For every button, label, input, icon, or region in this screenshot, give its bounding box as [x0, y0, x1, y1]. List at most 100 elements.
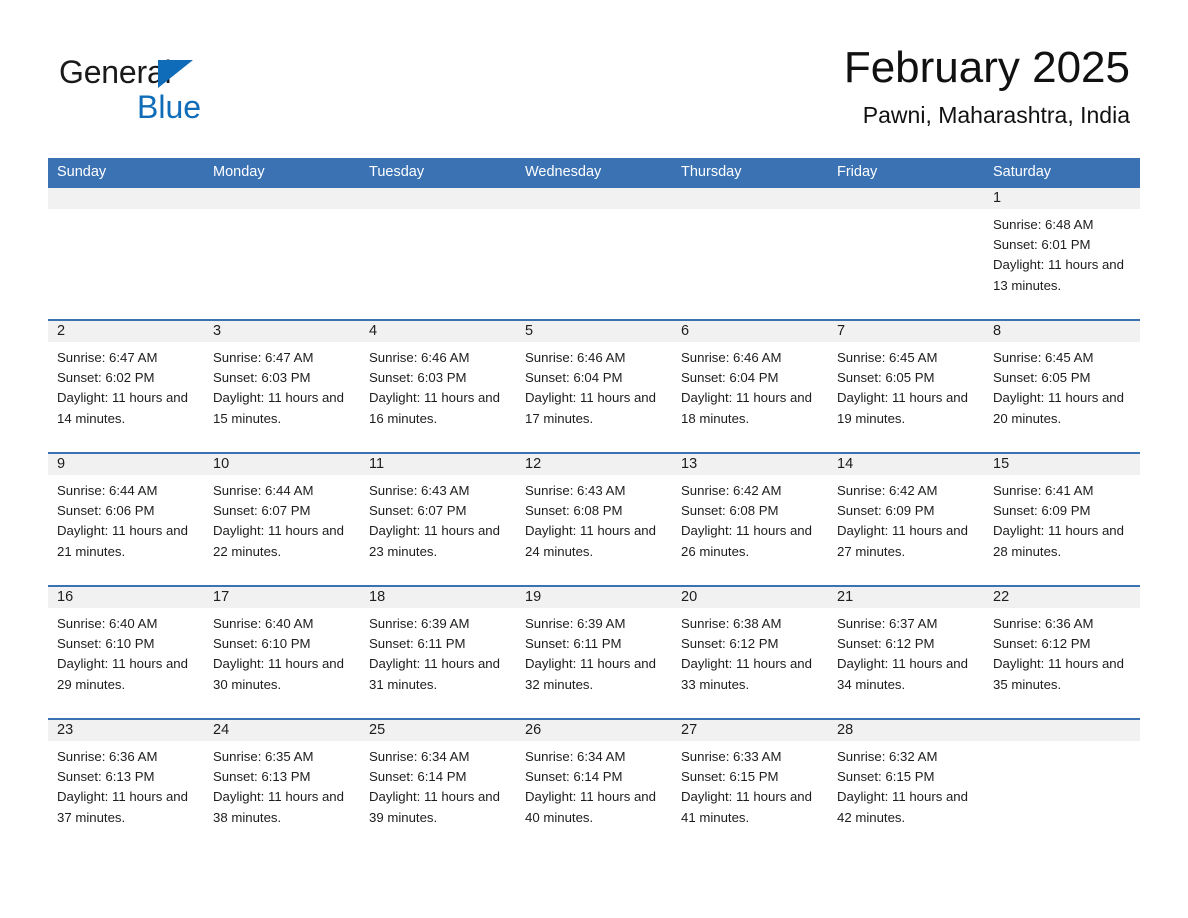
calendar-day-cell[interactable]: 15 Sunrise: 6:41 AM Sunset: 6:09 PM Dayl… [984, 454, 1140, 585]
sunset-text: Sunset: 6:07 PM [369, 503, 467, 519]
sunrise-text: Sunrise: 6:37 AM [837, 616, 938, 631]
weekday-header-sunday: Sunday [57, 164, 107, 180]
calendar-day-cell[interactable]: 23 Sunrise: 6:36 AM Sunset: 6:13 PM Dayl… [48, 720, 204, 851]
day-details: Sunrise: 6:43 AM Sunset: 6:07 PM Dayligh… [360, 475, 516, 562]
sunrise-text: Sunrise: 6:33 AM [681, 749, 782, 764]
calendar-day-cell[interactable]: 18 Sunrise: 6:39 AM Sunset: 6:11 PM Dayl… [360, 587, 516, 718]
calendar-day-cell[interactable]: 8 Sunrise: 6:45 AM Sunset: 6:05 PM Dayli… [984, 321, 1140, 452]
daylight-text: Daylight: 11 hours and 20 minutes. [993, 390, 1124, 426]
calendar-day-cell[interactable]: 1 Sunrise: 6:48 AM Sunset: 6:01 PM Dayli… [984, 188, 1140, 319]
general-blue-logo[interactable]: General Blue [59, 55, 319, 135]
calendar-day-cell[interactable]: 10 Sunrise: 6:44 AM Sunset: 6:07 PM Dayl… [204, 454, 360, 585]
calendar-day-cell [360, 188, 516, 319]
title-block: February 2025 Pawni, Maharashtra, India [844, 40, 1130, 130]
day-number-strip: 13 [672, 454, 828, 475]
daylight-text: Daylight: 11 hours and 34 minutes. [837, 656, 968, 692]
day-number-strip: 22 [984, 587, 1140, 608]
calendar-day-cell[interactable]: 17 Sunrise: 6:40 AM Sunset: 6:10 PM Dayl… [204, 587, 360, 718]
day-number-strip: 1 [984, 188, 1140, 209]
calendar-day-cell[interactable]: 20 Sunrise: 6:38 AM Sunset: 6:12 PM Dayl… [672, 587, 828, 718]
sunrise-text: Sunrise: 6:44 AM [57, 483, 158, 498]
calendar-day-cell[interactable]: 13 Sunrise: 6:42 AM Sunset: 6:08 PM Dayl… [672, 454, 828, 585]
day-details: Sunrise: 6:33 AM Sunset: 6:15 PM Dayligh… [672, 741, 828, 828]
day-number-strip: 6 [672, 321, 828, 342]
sunrise-text: Sunrise: 6:42 AM [837, 483, 938, 498]
day-number: 1 [993, 190, 1002, 206]
calendar-day-cell[interactable]: 22 Sunrise: 6:36 AM Sunset: 6:12 PM Dayl… [984, 587, 1140, 718]
day-number: 3 [213, 323, 222, 339]
day-details: Sunrise: 6:34 AM Sunset: 6:14 PM Dayligh… [360, 741, 516, 828]
day-number: 7 [837, 323, 846, 339]
calendar-day-cell[interactable]: 7 Sunrise: 6:45 AM Sunset: 6:05 PM Dayli… [828, 321, 984, 452]
day-details: Sunrise: 6:44 AM Sunset: 6:07 PM Dayligh… [204, 475, 360, 562]
day-number-strip [360, 188, 516, 209]
day-details: Sunrise: 6:36 AM Sunset: 6:13 PM Dayligh… [48, 741, 204, 828]
sunrise-text: Sunrise: 6:47 AM [57, 350, 158, 365]
calendar-day-cell[interactable]: 28 Sunrise: 6:32 AM Sunset: 6:15 PM Dayl… [828, 720, 984, 851]
weekday-header-tuesday: Tuesday [369, 164, 425, 180]
day-details: Sunrise: 6:32 AM Sunset: 6:15 PM Dayligh… [828, 741, 984, 828]
calendar-day-cell[interactable]: 9 Sunrise: 6:44 AM Sunset: 6:06 PM Dayli… [48, 454, 204, 585]
daylight-text: Daylight: 11 hours and 22 minutes. [213, 523, 344, 559]
calendar-day-cell[interactable]: 11 Sunrise: 6:43 AM Sunset: 6:07 PM Dayl… [360, 454, 516, 585]
daylight-text: Daylight: 11 hours and 35 minutes. [993, 656, 1124, 692]
sunrise-text: Sunrise: 6:40 AM [213, 616, 314, 631]
day-number-strip: 10 [204, 454, 360, 475]
day-details: Sunrise: 6:42 AM Sunset: 6:09 PM Dayligh… [828, 475, 984, 562]
day-number: 15 [993, 456, 1010, 472]
calendar-day-cell[interactable]: 5 Sunrise: 6:46 AM Sunset: 6:04 PM Dayli… [516, 321, 672, 452]
daylight-text: Daylight: 11 hours and 40 minutes. [525, 789, 656, 825]
day-number: 8 [993, 323, 1002, 339]
day-number-strip: 2 [48, 321, 204, 342]
day-number-strip: 15 [984, 454, 1140, 475]
day-details [204, 209, 360, 215]
sunset-text: Sunset: 6:02 PM [57, 370, 155, 386]
calendar-day-cell[interactable]: 24 Sunrise: 6:35 AM Sunset: 6:13 PM Dayl… [204, 720, 360, 851]
sunrise-text: Sunrise: 6:39 AM [369, 616, 470, 631]
calendar-week-row: 16 Sunrise: 6:40 AM Sunset: 6:10 PM Dayl… [48, 585, 1140, 718]
calendar-grid: Sunday Monday Tuesday Wednesday Thursday… [48, 158, 1140, 851]
sunrise-text: Sunrise: 6:45 AM [837, 350, 938, 365]
calendar-day-cell[interactable]: 3 Sunrise: 6:47 AM Sunset: 6:03 PM Dayli… [204, 321, 360, 452]
sunrise-text: Sunrise: 6:46 AM [681, 350, 782, 365]
calendar-day-cell[interactable]: 16 Sunrise: 6:40 AM Sunset: 6:10 PM Dayl… [48, 587, 204, 718]
day-details: Sunrise: 6:46 AM Sunset: 6:03 PM Dayligh… [360, 342, 516, 429]
calendar-day-cell [672, 188, 828, 319]
day-details: Sunrise: 6:46 AM Sunset: 6:04 PM Dayligh… [672, 342, 828, 429]
calendar-day-cell[interactable]: 12 Sunrise: 6:43 AM Sunset: 6:08 PM Dayl… [516, 454, 672, 585]
day-details: Sunrise: 6:40 AM Sunset: 6:10 PM Dayligh… [48, 608, 204, 695]
sunset-text: Sunset: 6:11 PM [369, 636, 466, 652]
sunrise-text: Sunrise: 6:35 AM [213, 749, 314, 764]
day-number-strip: 23 [48, 720, 204, 741]
day-number-strip: 25 [360, 720, 516, 741]
calendar-day-cell[interactable]: 21 Sunrise: 6:37 AM Sunset: 6:12 PM Dayl… [828, 587, 984, 718]
day-details [984, 741, 1140, 747]
calendar-day-cell[interactable]: 25 Sunrise: 6:34 AM Sunset: 6:14 PM Dayl… [360, 720, 516, 851]
sunset-text: Sunset: 6:12 PM [681, 636, 779, 652]
day-details [48, 209, 204, 215]
day-details [672, 209, 828, 215]
calendar-day-cell[interactable]: 19 Sunrise: 6:39 AM Sunset: 6:11 PM Dayl… [516, 587, 672, 718]
sunrise-text: Sunrise: 6:47 AM [213, 350, 314, 365]
daylight-text: Daylight: 11 hours and 27 minutes. [837, 523, 968, 559]
calendar-day-cell[interactable]: 27 Sunrise: 6:33 AM Sunset: 6:15 PM Dayl… [672, 720, 828, 851]
calendar-day-cell[interactable]: 14 Sunrise: 6:42 AM Sunset: 6:09 PM Dayl… [828, 454, 984, 585]
sunrise-text: Sunrise: 6:48 AM [993, 217, 1094, 232]
day-details [360, 209, 516, 215]
daylight-text: Daylight: 11 hours and 33 minutes. [681, 656, 812, 692]
daylight-text: Daylight: 11 hours and 30 minutes. [213, 656, 344, 692]
sunset-text: Sunset: 6:04 PM [525, 370, 623, 386]
calendar-day-cell [984, 720, 1140, 851]
day-number-strip [516, 188, 672, 209]
sunrise-text: Sunrise: 6:34 AM [369, 749, 470, 764]
calendar-day-cell[interactable]: 26 Sunrise: 6:34 AM Sunset: 6:14 PM Dayl… [516, 720, 672, 851]
day-details: Sunrise: 6:39 AM Sunset: 6:11 PM Dayligh… [360, 608, 516, 695]
daylight-text: Daylight: 11 hours and 24 minutes. [525, 523, 656, 559]
calendar-day-cell[interactable]: 2 Sunrise: 6:47 AM Sunset: 6:02 PM Dayli… [48, 321, 204, 452]
weekday-header-row: Sunday Monday Tuesday Wednesday Thursday… [48, 158, 1140, 186]
sunset-text: Sunset: 6:08 PM [681, 503, 779, 519]
sunset-text: Sunset: 6:05 PM [837, 370, 935, 386]
sunrise-text: Sunrise: 6:41 AM [993, 483, 1094, 498]
calendar-day-cell[interactable]: 6 Sunrise: 6:46 AM Sunset: 6:04 PM Dayli… [672, 321, 828, 452]
calendar-day-cell[interactable]: 4 Sunrise: 6:46 AM Sunset: 6:03 PM Dayli… [360, 321, 516, 452]
